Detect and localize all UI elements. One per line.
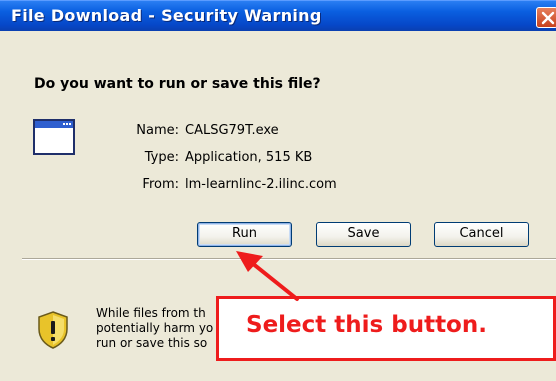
dialog-window: File Download - Security Warning Do you … <box>0 0 556 381</box>
dialog-question: Do you want to run or save this file? <box>34 76 321 92</box>
security-shield-icon <box>38 311 68 349</box>
from-value: lm-learnlinc-2.ilinc.com <box>185 177 337 192</box>
cancel-button[interactable]: Cancel <box>434 222 529 247</box>
close-x-icon <box>541 11 555 25</box>
type-value: Application, 515 KB <box>185 150 313 165</box>
application-window-icon <box>33 119 75 155</box>
name-label: Name: <box>136 123 179 138</box>
divider <box>22 258 556 260</box>
type-label: Type: <box>144 150 179 165</box>
from-label: From: <box>142 177 179 192</box>
save-button[interactable]: Save <box>316 222 411 247</box>
title-bar[interactable]: File Download - Security Warning <box>0 0 556 31</box>
close-button[interactable] <box>536 7 556 28</box>
annotation-callout-text: Select this button. <box>246 312 487 338</box>
name-value: CALSG79T.exe <box>185 123 279 138</box>
window-title: File Download - Security Warning <box>11 6 322 25</box>
run-button[interactable]: Run <box>197 222 292 247</box>
